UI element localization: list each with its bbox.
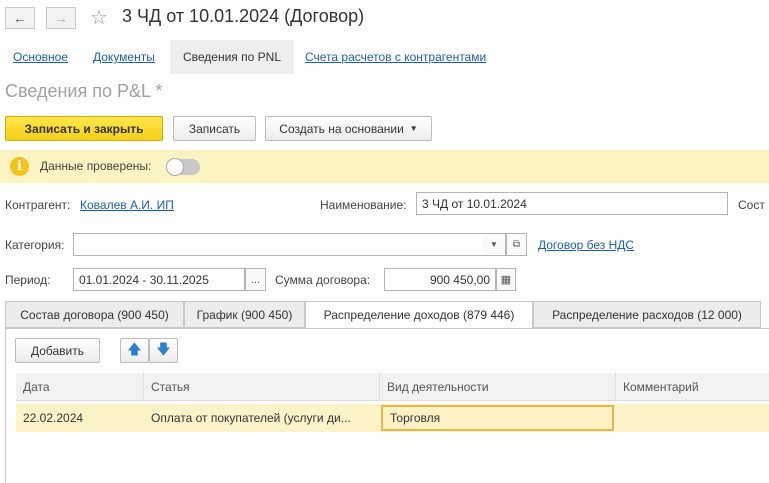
period-label: Период: xyxy=(5,273,51,287)
info-bar: i Данные проверены: xyxy=(0,150,769,183)
arrow-down-icon: 🡇 xyxy=(156,340,171,357)
cell-item[interactable]: Оплата от покупателей (услуги ди... xyxy=(144,404,380,432)
move-up-button[interactable]: 🡅 xyxy=(120,338,149,363)
info-icon: i xyxy=(10,157,29,176)
tab-schedule[interactable]: График (900 450) xyxy=(184,301,305,328)
create-based-on-label: Создать на основании xyxy=(279,121,404,136)
contractor-label: Контрагент: xyxy=(5,198,71,212)
save-and-close-button[interactable]: Записать и закрыть xyxy=(5,116,163,141)
calculator-button[interactable]: ▦ xyxy=(496,268,516,291)
category-dropdown-button[interactable]: ▼ xyxy=(483,233,506,256)
contract-type-link[interactable]: Договор без НДС xyxy=(538,238,634,252)
name-label: Наименование: xyxy=(320,198,407,212)
column-item[interactable]: Статья xyxy=(144,373,380,401)
form-title: Сведения по P&L * xyxy=(5,81,163,101)
category-open-button[interactable]: ⧉ xyxy=(506,233,527,256)
move-down-button[interactable]: 🡇 xyxy=(149,338,178,363)
status-label: Сост xyxy=(738,198,765,212)
calculator-icon: ▦ xyxy=(500,274,512,286)
add-button[interactable]: Добавить xyxy=(15,338,100,363)
column-activity[interactable]: Вид деятельности xyxy=(380,373,616,401)
save-button[interactable]: Записать xyxy=(173,116,256,141)
cell-comment[interactable] xyxy=(616,404,769,432)
chevron-down-icon: ▼ xyxy=(409,124,418,133)
column-comment[interactable]: Комментарий xyxy=(616,373,769,401)
star-icon[interactable]: ☆ xyxy=(90,5,108,30)
ellipsis-icon: ... xyxy=(250,273,261,286)
forward-button[interactable]: → xyxy=(46,7,76,29)
cell-date[interactable]: 22.02.2024 xyxy=(16,404,144,432)
tab-documents[interactable]: Документы xyxy=(93,50,155,64)
category-label: Категория: xyxy=(5,238,65,252)
column-date[interactable]: Дата xyxy=(16,373,144,401)
tab-contract-composition[interactable]: Состав договора (900 450) xyxy=(5,301,184,328)
chevron-down-icon: ▼ xyxy=(490,240,498,249)
name-field[interactable]: 3 ЧД от 10.01.2024 xyxy=(416,192,728,215)
page-title: 3 ЧД от 10.01.2024 (Договор) xyxy=(122,6,365,26)
open-window-icon: ⧉ xyxy=(512,239,521,250)
cell-activity[interactable]: Торговля xyxy=(381,405,614,431)
contract-sum-field[interactable]: 900 450,00 xyxy=(384,268,496,291)
contract-sum-label: Сумма договора: xyxy=(275,273,371,287)
arrow-up-icon: 🡅 xyxy=(127,340,142,357)
tab-income-distribution[interactable]: Распределение доходов (879 446) xyxy=(305,301,533,329)
tab-settlement-accounts[interactable]: Счета расчетов с контрагентами xyxy=(305,50,486,64)
data-checked-toggle[interactable] xyxy=(166,158,200,176)
category-field[interactable] xyxy=(73,233,506,256)
tab-expense-distribution[interactable]: Распределение расходов (12 000) xyxy=(533,301,761,328)
period-field[interactable]: 01.01.2024 - 30.11.2025 xyxy=(73,268,245,291)
tab-pnl[interactable]: Сведения по PNL xyxy=(170,40,294,74)
arrow-right-icon: → xyxy=(54,10,68,26)
back-button[interactable]: ← xyxy=(5,7,35,29)
arrow-left-icon: ← xyxy=(13,10,27,26)
create-based-on-button[interactable]: Создать на основании ▼ xyxy=(265,116,432,141)
tab-main[interactable]: Основное xyxy=(13,50,68,64)
contractor-link[interactable]: Ковалев А.И. ИП xyxy=(80,198,174,212)
period-select-button[interactable]: ... xyxy=(245,268,266,291)
toggle-knob xyxy=(166,158,184,176)
data-checked-label: Данные проверены: xyxy=(40,159,152,173)
